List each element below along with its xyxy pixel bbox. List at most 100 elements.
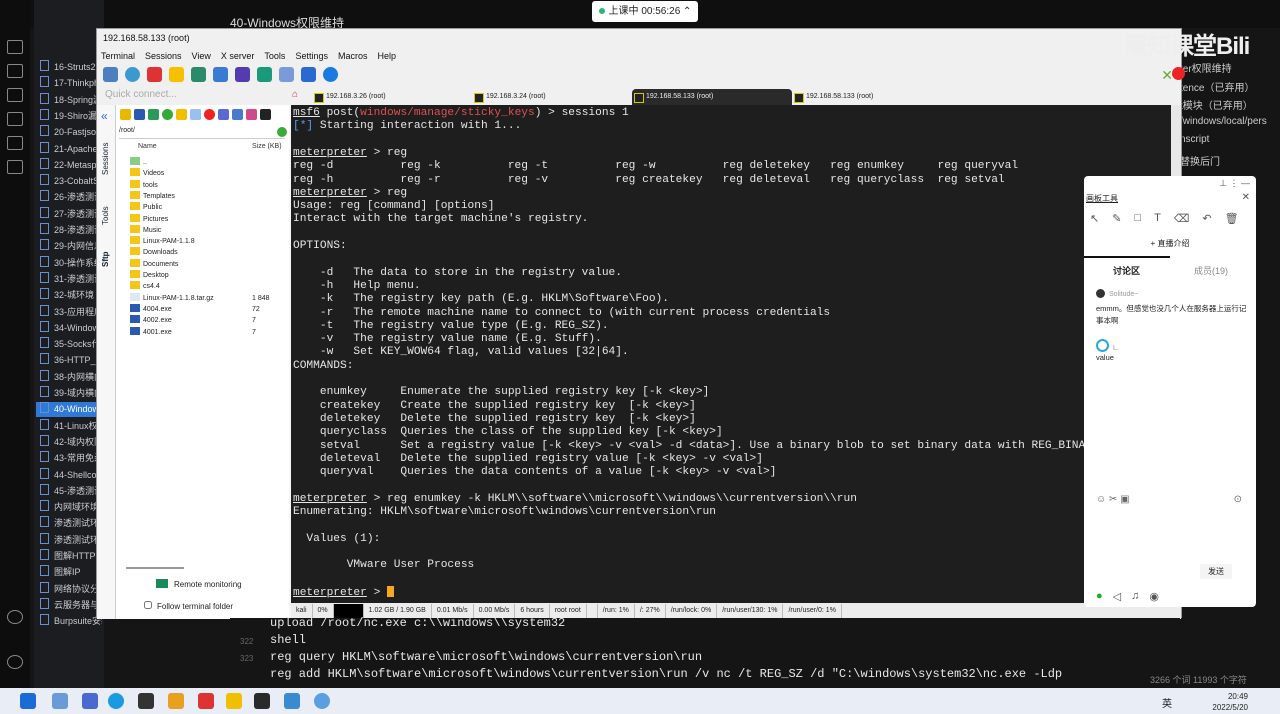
home-tab-icon[interactable]: ⌂ <box>292 89 312 105</box>
ime-indicator[interactable]: 英 <box>1162 695 1172 710</box>
note-item[interactable]: 30-操作系统 <box>40 256 102 271</box>
menu-macros[interactable]: Macros <box>338 51 368 61</box>
note-item[interactable]: 图解IP <box>40 565 102 580</box>
note-item[interactable]: 渗透测试环境 <box>40 516 102 531</box>
tools-icon[interactable] <box>147 67 162 82</box>
outline-item[interactable]: tence（已弃用） <box>1180 79 1280 98</box>
terminal-icon[interactable] <box>260 109 271 120</box>
quick-connect-input[interactable]: Quick connect... <box>105 89 285 100</box>
delete-icon[interactable] <box>204 109 215 120</box>
note-item[interactable]: 21-Apache <box>40 142 102 157</box>
tab-discussion[interactable]: 讨论区 <box>1113 264 1140 277</box>
note-item[interactable]: 渗透测试环境 <box>40 533 102 548</box>
file-row[interactable]: 4002.exe 7 <box>130 315 280 326</box>
file-row[interactable]: Linux-PAM-1.1.8 <box>130 236 280 247</box>
note-item[interactable]: 23-CobaltStrike <box>40 174 102 189</box>
tunneling-icon[interactable] <box>279 67 294 82</box>
sublime-icon[interactable] <box>168 693 184 709</box>
file-row[interactable]: 4001.exe 7 <box>130 326 280 338</box>
tab-session[interactable]: 192.168.3.26 (root) <box>312 89 472 105</box>
class-timer[interactable]: 上课中 00:56:26 ⌃ <box>592 1 698 22</box>
camera-icon[interactable]: ◉ <box>1149 590 1159 603</box>
note-item[interactable]: 19-Shiro漏洞 <box>40 109 102 124</box>
menu-settings[interactable]: Settings <box>295 51 328 61</box>
help-icon[interactable] <box>7 610 23 624</box>
sftp-path-input[interactable]: /root/ <box>119 127 285 139</box>
text-icon[interactable]: T <box>1154 212 1161 225</box>
search-icon[interactable] <box>52 693 68 709</box>
emoji-scissors-image-icons[interactable]: ☺ ✂ ▣ <box>1096 494 1130 505</box>
follow-terminal-folder-checkbox[interactable]: Follow terminal folder <box>144 601 233 611</box>
note-item[interactable]: 18-Spring漏洞 <box>40 93 102 108</box>
column-name[interactable]: Name <box>138 143 157 150</box>
settings-icon[interactable] <box>7 655 23 669</box>
edit-icon[interactable] <box>246 109 257 120</box>
settings-gear-icon[interactable] <box>301 67 316 82</box>
menu-sessions[interactable]: Sessions <box>145 51 182 61</box>
outline-item[interactable]: /windows/local/pers <box>1180 116 1280 135</box>
file-row[interactable]: Pictures <box>130 213 280 225</box>
file-row[interactable]: Videos <box>130 168 280 179</box>
note-item[interactable]: 29-内网信息 <box>40 239 102 254</box>
app-icon[interactable] <box>284 693 300 709</box>
tab-session-active[interactable]: 192.168.58.133 (root) <box>632 89 792 105</box>
file-row[interactable]: Downloads <box>130 247 280 258</box>
note-item[interactable]: 32-城环境 <box>40 288 102 303</box>
pen-icon[interactable]: ✎ <box>1112 212 1121 225</box>
menu-x-server[interactable]: X server <box>221 51 255 61</box>
outline-item[interactable]: ter权限维持 <box>1180 60 1280 79</box>
mic-icon[interactable]: ● <box>1096 590 1103 603</box>
note-item[interactable]: 图解HTTP <box>40 549 102 564</box>
help-icon[interactable] <box>323 67 338 82</box>
note-item[interactable]: 28-渗透测试 <box>40 223 102 238</box>
taskview-icon[interactable] <box>82 693 98 709</box>
servers-icon[interactable] <box>125 67 140 82</box>
undo-icon[interactable]: ↶ <box>1202 212 1211 225</box>
xserver-icon[interactable]: ✕ <box>1161 67 1173 84</box>
sessions-icon[interactable] <box>191 67 206 82</box>
new-folder-icon[interactable] <box>176 109 187 120</box>
note-item[interactable]: 33-应用程序 <box>40 305 102 320</box>
note-item[interactable]: 26-渗透测试 <box>40 190 102 205</box>
download-icon[interactable] <box>134 109 145 120</box>
note-item[interactable]: 42-域内权限 <box>40 435 102 450</box>
split-icon[interactable] <box>235 67 250 82</box>
note-item[interactable]: 43-常用免杀 <box>40 451 102 466</box>
tab-tools[interactable]: Tools <box>101 206 110 225</box>
properties-icon[interactable] <box>232 109 243 120</box>
file-row[interactable]: Desktop <box>130 270 280 281</box>
calendar-icon[interactable] <box>7 88 23 102</box>
new-file-icon[interactable] <box>190 109 201 120</box>
view-icon[interactable] <box>213 67 228 82</box>
graph-icon[interactable] <box>7 64 23 78</box>
note-item[interactable]: 36-HTTP_D <box>40 353 102 368</box>
live-intro-link[interactable]: + 直播介绍 <box>1084 238 1256 249</box>
note-item[interactable]: 40-Windows <box>36 402 102 418</box>
tab-sftp[interactable]: Sftp <box>101 251 110 267</box>
note-item[interactable]: 31-渗透测试 <box>40 272 102 287</box>
tab-session[interactable]: 192.168.3.24 (root) <box>472 89 632 105</box>
clock[interactable]: 20:49 2022/5/20 <box>1212 691 1248 713</box>
inbox-icon[interactable] <box>7 112 23 126</box>
menu-help[interactable]: Help <box>377 51 396 61</box>
note-item[interactable]: 云服务器与Docker <box>40 598 102 613</box>
send-button[interactable]: 发送 <box>1200 564 1232 579</box>
star-icon[interactable] <box>169 67 184 82</box>
multiexec-icon[interactable] <box>257 67 272 82</box>
edge-icon[interactable] <box>108 693 124 709</box>
column-size[interactable]: Size (KB) <box>252 143 282 150</box>
menu-view[interactable]: View <box>192 51 211 61</box>
window-controls[interactable]: ⊥ ⋮ — <box>1219 178 1250 189</box>
grid-icon[interactable] <box>7 160 23 174</box>
note-item[interactable]: 22-Metasploit <box>40 158 102 173</box>
music-icon[interactable]: ♫ <box>1131 590 1139 603</box>
remote-monitoring-button[interactable]: Remote monitoring <box>156 579 242 589</box>
note-item[interactable]: 20-Fastjson <box>40 125 102 140</box>
trash-icon[interactable]: 🗑 <box>1225 212 1239 225</box>
file-row[interactable]: .. <box>130 157 280 168</box>
close-icon[interactable]: ✕ <box>1242 192 1250 203</box>
terminal-output[interactable]: msf6 post(windows/manage/sticky_keys) > … <box>291 105 1171 603</box>
note-item[interactable]: 16-Struts2漏洞 <box>40 60 102 75</box>
rename-icon[interactable] <box>218 109 229 120</box>
note-item[interactable]: 34-Windows <box>40 321 102 336</box>
